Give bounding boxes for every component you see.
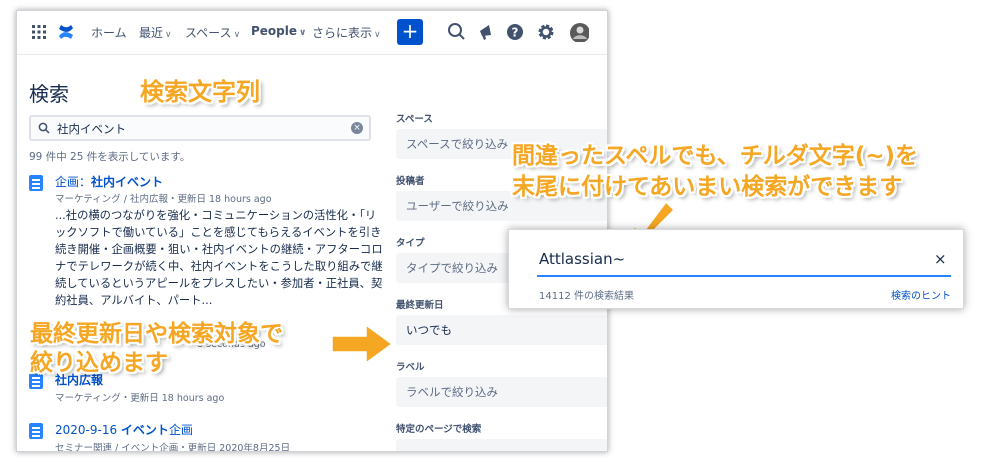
search-result: 社内広報 マーケティング・更新日 18 hours ago [29, 371, 379, 411]
callout-fuzzy-line2: 末尾に付けてあいまい検索ができます [512, 174, 903, 200]
clear-icon[interactable]: × [351, 122, 363, 134]
fuzzy-search-panel: Attlassian~ × 14112 件の検索結果 検索のヒント [508, 229, 964, 309]
result-snippet-line: 約社員、アルバイト、パート... [55, 294, 213, 307]
page-title: 検索 [29, 82, 69, 106]
nav-spaces-label: スペース [185, 26, 232, 40]
top-nav: ホーム 最近 ∨ スペース ∨ People ∨ さらに表示 ∨ + ? [17, 11, 607, 55]
filter-label-input[interactable]: ラベルで絞り込み [396, 377, 607, 407]
result-title-link[interactable]: 企画：社内イベント [55, 173, 163, 190]
confluence-logo-icon[interactable] [57, 23, 77, 43]
callout-filter-line2: 絞り込めます [30, 350, 168, 376]
search-tips-link[interactable]: 検索のヒント [891, 287, 951, 302]
help-icon[interactable]: ? [505, 22, 525, 42]
create-button[interactable]: + [397, 19, 423, 45]
nav-people-label: People [251, 24, 298, 38]
nav-more-label: さらに表示 [312, 26, 373, 40]
search-input-value: 社内イベント [57, 122, 126, 136]
result-snippet-line: ナでテレワークが続く中、社内イベントをこうした取り組みで継 [55, 260, 383, 273]
filter-type-label: タイプ [396, 238, 425, 249]
user-avatar-icon[interactable] [569, 22, 589, 42]
nav-recent[interactable]: 最近 ∨ [139, 24, 172, 41]
filter-label-label: ラベル [396, 362, 425, 373]
search-icon[interactable] [447, 22, 467, 42]
filter-last-modified-select[interactable]: いつでも [396, 315, 607, 345]
nav-recent-label: 最近 [139, 26, 164, 40]
nav-more[interactable]: さらに表示 ∨ [312, 24, 381, 41]
callout-arrow-icon [331, 323, 394, 365]
callout-search-string: 検索文字列 [140, 78, 260, 106]
result-snippet-line: ...社の横のつながりを強化・コミュニケーションの活性化・「リ [55, 209, 377, 222]
filter-space-label: スペース [396, 114, 433, 125]
result-meta: マーケティング・更新日 18 hours ago [55, 393, 225, 404]
callout-fuzzy-line1: 間違ったスペルでも、チルダ文字(~)を [512, 143, 918, 169]
search-input[interactable]: 社内イベント × [29, 115, 371, 141]
result-meta: マーケティング / 社内広報・更新日 18 hours ago [55, 194, 272, 205]
page-document-icon [29, 423, 43, 439]
settings-gear-icon[interactable] [536, 22, 556, 42]
search-icon [38, 122, 50, 134]
close-icon[interactable]: × [934, 250, 947, 268]
nav-home[interactable]: ホーム [91, 24, 127, 41]
result-snippet-line: ックソフトで働いている」ことを感じてもらえるイベントを引き [55, 226, 382, 239]
chevron-down-icon: ∨ [374, 30, 381, 40]
filter-specific-page-input[interactable] [396, 439, 607, 451]
result-title-prefix: 2020-9-16 [55, 423, 121, 437]
filter-last-modified-label: 最終更新日 [396, 300, 444, 311]
result-count: 99 件中 25 件を表示しています。 [29, 151, 191, 163]
result-title-link[interactable]: 2020-9-16 イベント企画 [55, 421, 193, 438]
search-result: 2020-9-16 イベント企画 セミナー関連 / イベント企画・更新日 202… [29, 421, 379, 452]
notification-megaphone-icon[interactable] [476, 22, 496, 42]
page-document-icon [29, 175, 43, 191]
svg-text:?: ? [512, 26, 519, 40]
chevron-down-icon: ∨ [299, 28, 307, 38]
nav-people[interactable]: People ∨ [251, 24, 306, 38]
filter-contributor-label: 投稿者 [396, 176, 425, 187]
result-title-highlight: 社内イベント [91, 175, 164, 189]
result-title-suffix: 企画 [168, 423, 193, 437]
filter-specific-page-label: 特定のページで検索 [396, 424, 482, 435]
fuzzy-result-count: 14112 件の検索結果 [539, 291, 634, 302]
result-snippet-line: 続き開催・企画概要・狙い・社内イベントの継続・アフターコロ [55, 243, 383, 256]
result-title-prefix: 企画： [55, 175, 92, 189]
app-switcher-icon[interactable] [31, 24, 51, 44]
fuzzy-search-input[interactable]: Attlassian~ [539, 250, 625, 268]
chevron-down-icon: ∨ [233, 30, 241, 40]
result-snippet-line: 続しているというアピールをプレスしたい・参加者・正社員、契 [55, 277, 383, 290]
result-meta: セミナー関連 / イベント企画・更新日 2020年8月25日 [55, 443, 291, 452]
input-underline [537, 275, 951, 277]
search-result: 企画：社内イベント マーケティング / 社内広報・更新日 18 hours ag… [29, 173, 383, 307]
chevron-down-icon: ∨ [165, 30, 172, 40]
nav-spaces[interactable]: スペース ∨ [185, 24, 240, 41]
result-title-highlight: イベント [120, 423, 169, 437]
